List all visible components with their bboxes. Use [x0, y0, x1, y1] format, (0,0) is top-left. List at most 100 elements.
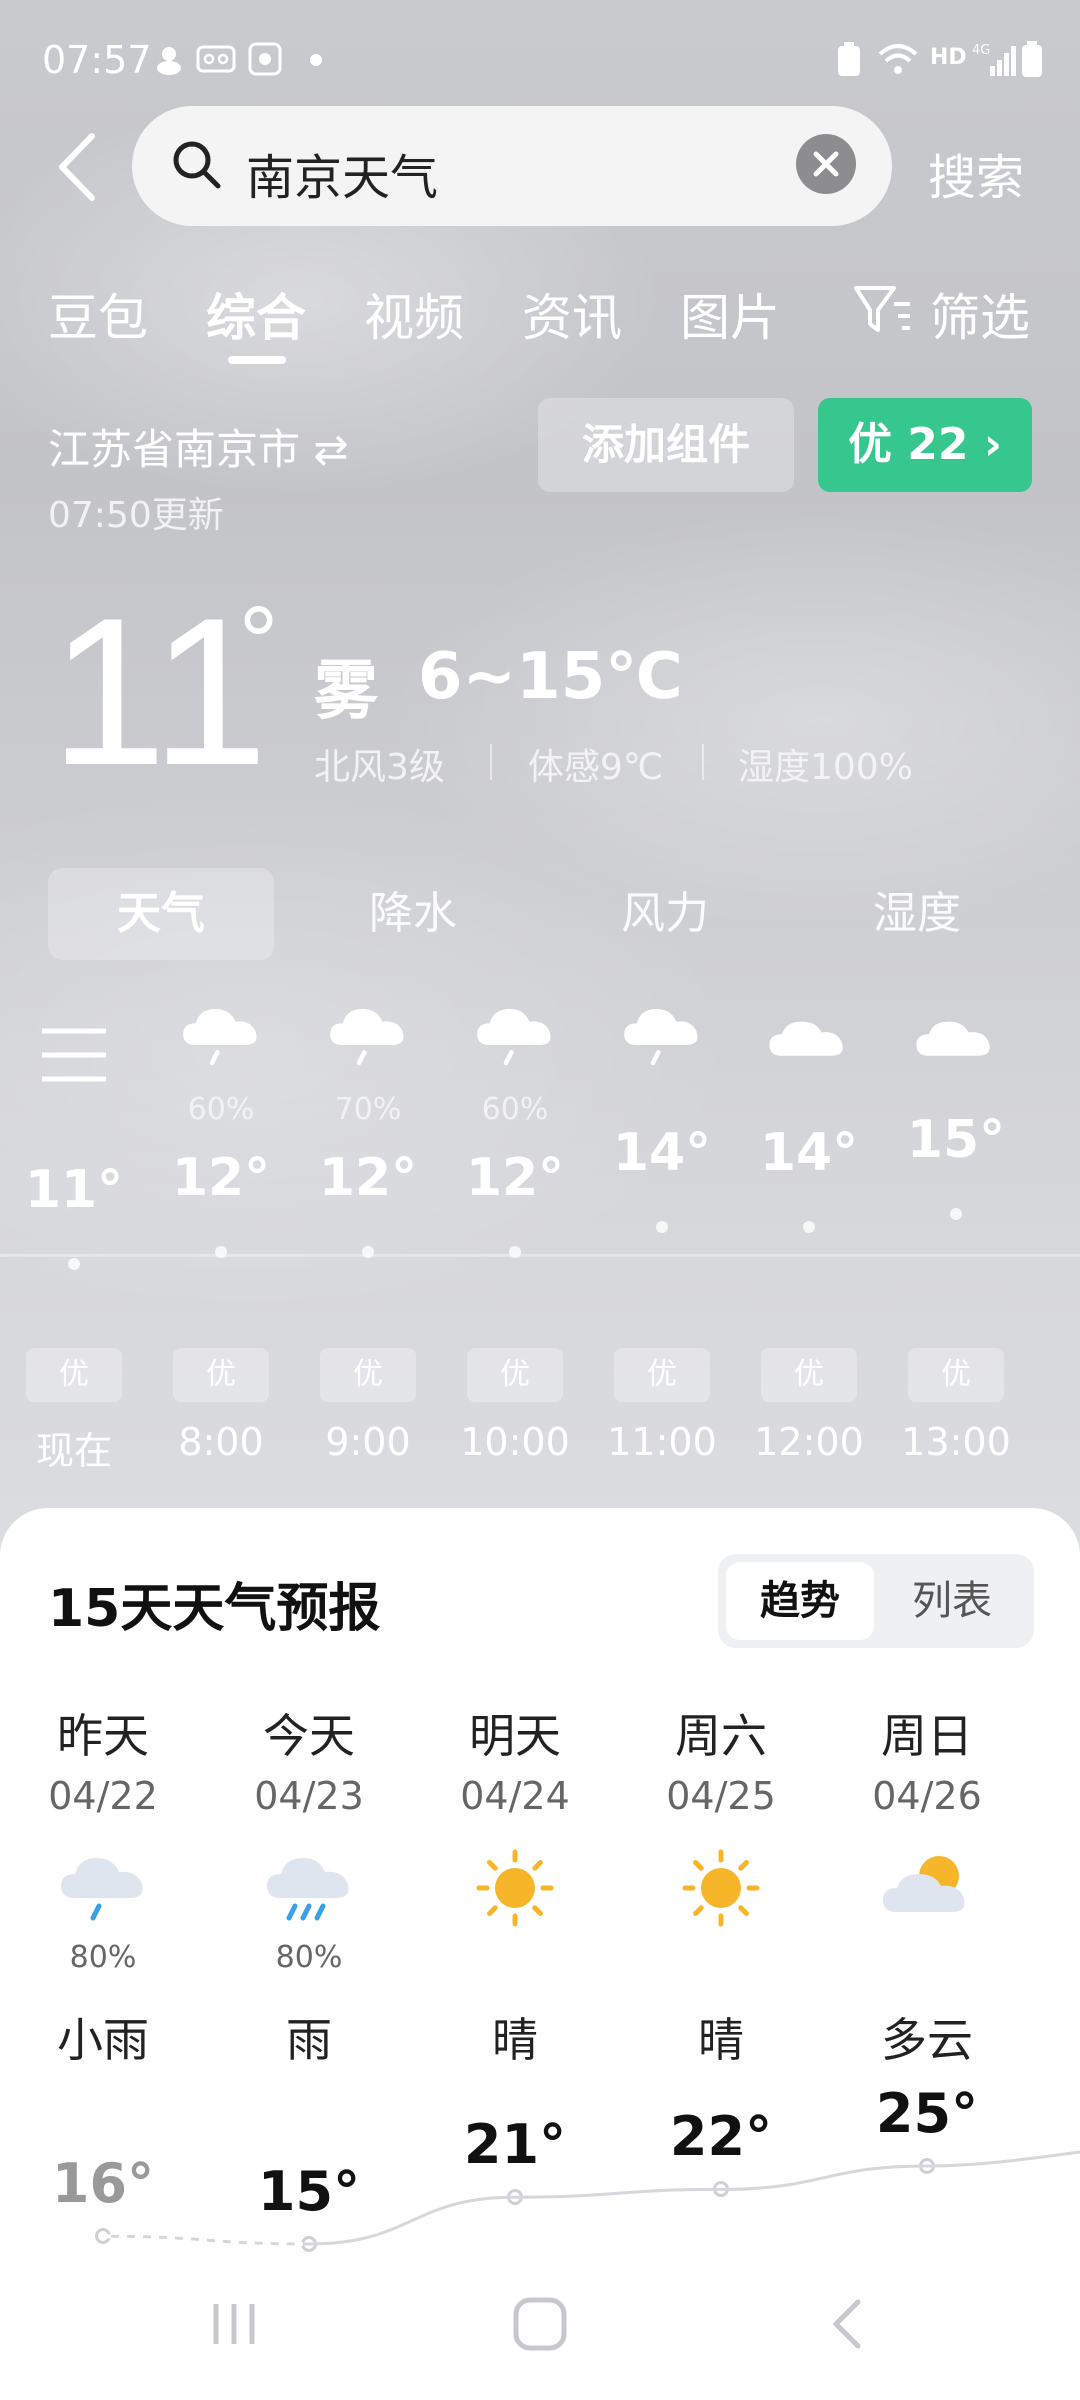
home-icon[interactable]	[510, 2296, 570, 2352]
hourly-precip: 60%	[187, 1092, 255, 1127]
hourly-temp: 12°	[171, 1147, 271, 1208]
tab-comprehensive[interactable]: 综合	[206, 278, 306, 350]
clear-search-button[interactable]	[796, 134, 856, 194]
wifi-icon	[878, 44, 918, 74]
back-nav-icon[interactable]	[820, 2296, 876, 2352]
aqi-label: 优 22	[847, 419, 969, 470]
sun-icon	[465, 1846, 565, 1930]
day-condition: 晴	[698, 2013, 744, 2067]
search-icon	[173, 141, 221, 189]
hourly-aqi-badge: 优	[320, 1348, 416, 1402]
day-date: 04/24	[460, 1774, 570, 1818]
hourly-time: 10:00	[460, 1420, 570, 1464]
divider	[490, 744, 492, 780]
hourly-temp: 14°	[612, 1122, 712, 1183]
day-name: 周日	[881, 1709, 973, 1763]
hourly-temp: 11°	[24, 1160, 124, 1220]
hourly-temp: 12°	[465, 1147, 565, 1208]
more-notifications-dot	[310, 54, 322, 66]
svg-text:4G: 4G	[972, 43, 990, 58]
day-name: 明天	[469, 1709, 561, 1763]
tab-images[interactable]: 图片	[680, 278, 780, 350]
day-date: 04/23	[254, 1774, 364, 1818]
day-name: 昨天	[57, 1709, 149, 1763]
search-query-text[interactable]: 南京天气	[246, 138, 438, 208]
chip-weather[interactable]: 天气	[48, 868, 274, 960]
cloud-rain-icon	[53, 1846, 153, 1930]
degree-symbol: °	[236, 590, 281, 695]
cloud-icon	[764, 996, 854, 1076]
feels-like: 体感9℃	[528, 747, 664, 788]
battery-icon	[1022, 41, 1042, 77]
hourly-temp: 12°	[318, 1147, 418, 1208]
day-precip: 80%	[69, 1940, 137, 1975]
chip-wind[interactable]: 风力	[552, 868, 778, 960]
recent-apps-icon[interactable]	[206, 2296, 262, 2352]
notification-square-icon	[248, 42, 282, 76]
hourly-time: 现在	[35, 1429, 112, 1473]
update-time: 07:50更新	[48, 495, 224, 536]
hourly-aqi-badge: 优	[761, 1348, 857, 1402]
add-widget-button[interactable]: 添加组件	[538, 398, 794, 492]
active-tab-indicator	[228, 356, 286, 364]
day-date: 04/26	[872, 1774, 982, 1818]
tab-doubao[interactable]: 豆包	[48, 278, 148, 350]
hourly-time: 8:00	[178, 1420, 264, 1464]
switch-location-icon[interactable]: ⇄	[313, 425, 348, 474]
tab-filter[interactable]: 筛选	[930, 278, 1030, 350]
search-button[interactable]: 搜索	[928, 138, 1024, 208]
battery-saver-icon	[838, 42, 860, 76]
cloud-rain-icon	[176, 996, 266, 1076]
status-time: 07:57	[42, 38, 152, 82]
menu-icon[interactable]	[40, 1026, 108, 1084]
hourly-temp-line	[0, 1254, 1080, 1257]
partly-cloudy-icon	[877, 1846, 977, 1930]
cloud-rain-icon	[470, 996, 560, 1076]
hourly-temp-dot	[656, 1220, 668, 1233]
cloud-icon	[911, 996, 1001, 1076]
day-name: 今天	[263, 1709, 355, 1763]
voicemail-icon	[196, 45, 236, 73]
day-date: 04/25	[666, 1774, 776, 1818]
tab-video[interactable]: 视频	[364, 278, 464, 350]
filter-icon[interactable]	[852, 282, 912, 338]
wind-info: 北风3级	[314, 747, 445, 788]
divider	[702, 744, 704, 780]
hourly-time: 11:00	[607, 1420, 717, 1464]
tab-news[interactable]: 资讯	[522, 278, 622, 350]
signal-4g-icon: 4G	[972, 43, 1016, 76]
toggle-trend[interactable]: 趋势	[726, 1562, 874, 1640]
day-condition: 雨	[286, 2013, 332, 2067]
hourly-temp-dot	[803, 1220, 815, 1233]
current-condition: 雾	[314, 655, 378, 729]
day-condition: 多云	[881, 2013, 973, 2067]
chip-precipitation[interactable]: 降水	[300, 868, 526, 960]
cloud-rain-icon	[617, 996, 707, 1076]
chip-humidity[interactable]: 湿度	[804, 868, 1030, 960]
day-precip: 80%	[275, 1940, 343, 1975]
hourly-precip: 60%	[481, 1092, 549, 1127]
humidity-info: 湿度100%	[738, 747, 913, 788]
hourly-aqi-badge: 优	[908, 1348, 1004, 1402]
hourly-temp: 15°	[906, 1110, 1006, 1170]
notification-app-icon	[157, 47, 181, 75]
hourly-aqi-badge: 优	[614, 1348, 710, 1402]
chevron-right-icon: ›	[983, 419, 1003, 470]
hourly-time: 12:00	[754, 1420, 864, 1464]
daily-temp-path	[102, 2150, 1080, 2246]
aqi-button[interactable]: 优 22 ›	[818, 398, 1032, 492]
daily-temperature-curve	[102, 2150, 1080, 2246]
cloud-rain-icon	[323, 996, 413, 1076]
location-name[interactable]: 江苏省南京市 ⇄	[48, 416, 349, 477]
toggle-list[interactable]: 列表	[878, 1562, 1026, 1640]
hourly-precip: 70%	[334, 1092, 402, 1127]
day-name: 周六	[675, 1709, 767, 1763]
hourly-temp: 14°	[759, 1122, 859, 1183]
hourly-temp-dot	[68, 1258, 80, 1270]
location-label: 江苏省南京市	[48, 425, 301, 474]
hourly-aqi-badge: 优	[467, 1348, 563, 1402]
cloud-heavy-rain-icon	[259, 1846, 359, 1930]
hourly-time: 9:00	[325, 1420, 411, 1464]
back-button[interactable]	[48, 122, 108, 212]
forecast-title: 15天天气预报	[48, 1579, 381, 1639]
